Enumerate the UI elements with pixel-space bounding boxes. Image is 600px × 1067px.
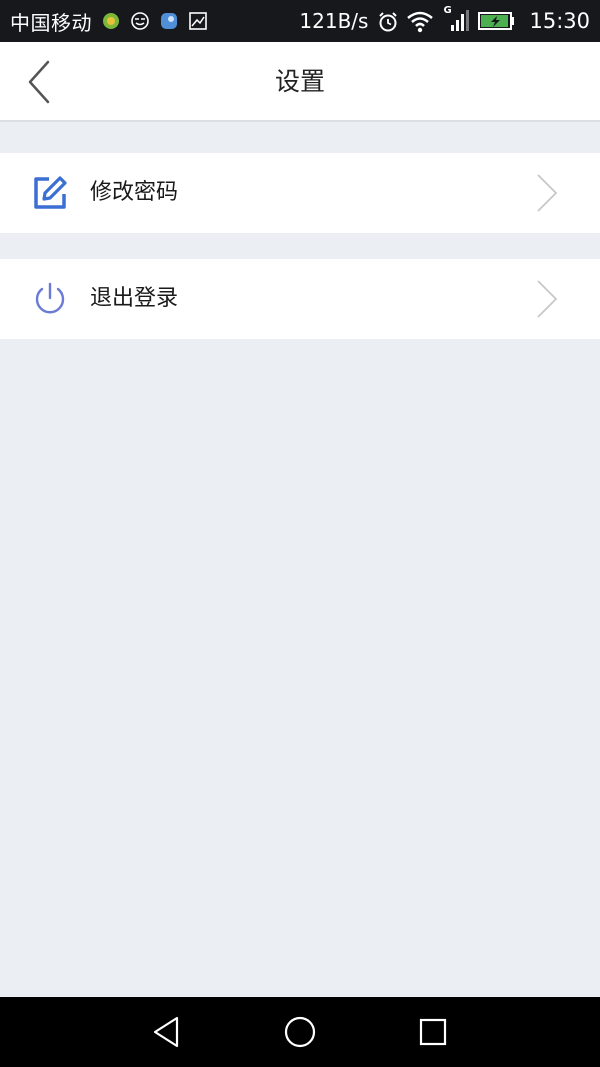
home-circle-icon[interactable]: [282, 1014, 318, 1050]
logout-label: 退出登录: [90, 286, 179, 311]
change-password-label: 修改密码: [90, 180, 179, 205]
alarm-icon: [377, 11, 398, 32]
power-icon: [32, 281, 68, 317]
navigation-bar: [0, 997, 600, 1067]
image-notification-icon: [188, 11, 208, 31]
edit-icon: [32, 175, 68, 211]
chevron-right-icon: [536, 279, 558, 319]
status-bar: 中国移动 121B/s G 15:30: [0, 0, 600, 42]
emoji-notification-icon: [130, 11, 150, 31]
app-notification-icon: [101, 11, 121, 31]
app-header: 设置: [0, 42, 600, 122]
carrier-name: 中国移动: [10, 10, 92, 35]
battery-charging-icon: [478, 11, 516, 31]
back-triangle-icon[interactable]: [149, 1014, 185, 1050]
recent-square-icon[interactable]: [415, 1014, 451, 1050]
network-speed: 121B/s: [299, 9, 369, 33]
change-password-item[interactable]: 修改密码: [0, 153, 600, 233]
clock-time: 15:30: [529, 9, 590, 33]
app-notification-icon-2: [159, 11, 179, 31]
logout-item[interactable]: 退出登录: [0, 259, 600, 339]
signal-icon: G: [443, 5, 470, 33]
wifi-icon: [406, 11, 434, 33]
page-title: 设置: [274, 67, 325, 96]
status-right: 121B/s G 15:30: [299, 5, 590, 33]
chevron-right-icon: [536, 173, 558, 213]
status-left: 中国移动: [10, 7, 208, 36]
